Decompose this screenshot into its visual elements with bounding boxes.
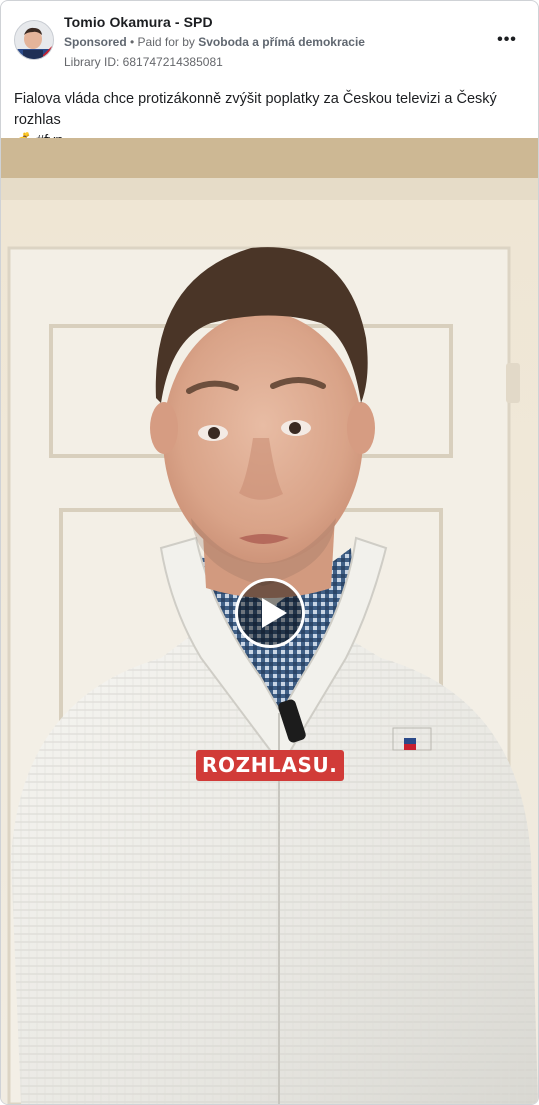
play-icon	[262, 598, 287, 628]
video-player[interactable]: ROZHLASU.	[1, 138, 538, 1104]
library-id: Library ID: 681747214385081	[64, 55, 223, 69]
page-name[interactable]: Tomio Okamura - SPD	[64, 14, 213, 30]
caption-text: Fialova vláda chce protizákonně zvýšit p…	[14, 91, 497, 128]
video-subtitle: ROZHLASU.	[196, 750, 344, 781]
paid-for-by-name[interactable]: Svoboda a přímá demokracie	[198, 35, 365, 49]
sponsored-label: Sponsored	[64, 35, 127, 49]
avatar[interactable]	[14, 20, 54, 60]
play-button[interactable]	[235, 578, 305, 648]
post-header: Tomio Okamura - SPD Sponsored • Paid for…	[1, 1, 538, 73]
sponsor-line: Sponsored • Paid for by Svoboda a přímá …	[64, 35, 365, 49]
ad-post-card: Tomio Okamura - SPD Sponsored • Paid for…	[0, 0, 539, 1105]
separator: •	[126, 35, 138, 49]
more-options-icon[interactable]: •••	[495, 31, 519, 51]
paid-for-by-label: Paid for by	[137, 35, 199, 49]
